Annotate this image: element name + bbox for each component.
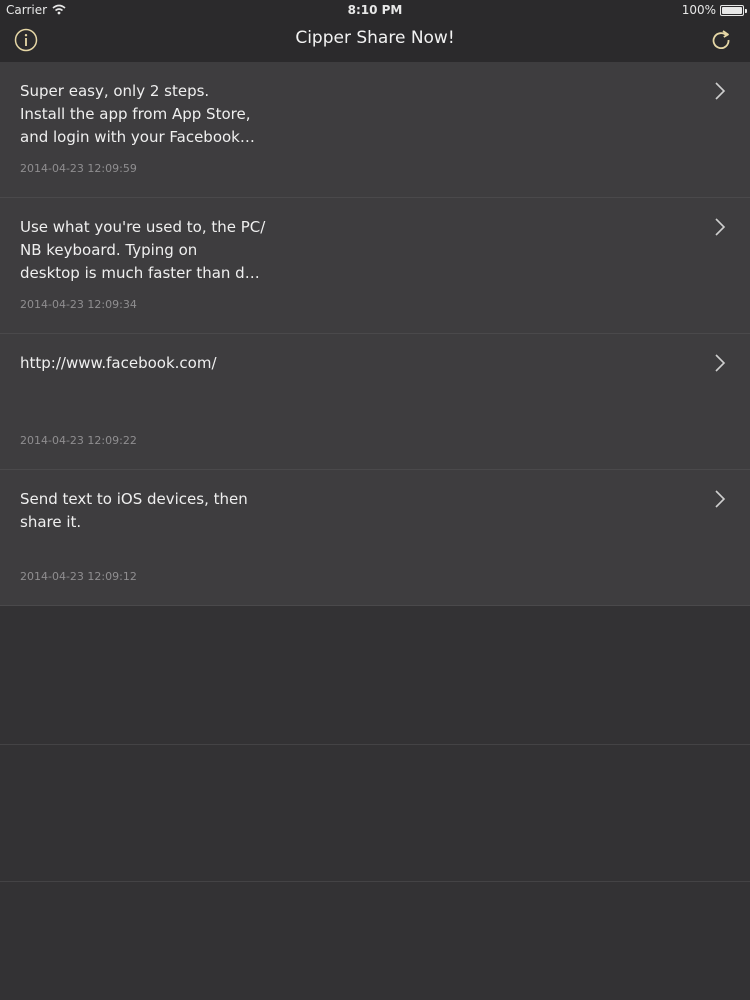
list-item[interactable]: Send text to iOS devices, then share it.… bbox=[0, 470, 750, 606]
battery-percentage: 100% bbox=[681, 3, 716, 17]
list-item[interactable]: Super easy, only 2 steps. Install the ap… bbox=[0, 62, 750, 198]
chevron-right-icon bbox=[715, 354, 726, 372]
item-text: Super easy, only 2 steps. Install the ap… bbox=[20, 82, 255, 146]
item-date: 2014-04-23 12:09:59 bbox=[20, 162, 137, 175]
item-text: http://www.facebook.com/ bbox=[20, 354, 217, 372]
page-title: Cipper Share Now! bbox=[295, 28, 455, 48]
chevron-right-icon bbox=[715, 82, 726, 100]
status-bar: Carrier 8:10 PM 100% bbox=[0, 0, 750, 20]
status-right: 100% bbox=[681, 3, 747, 17]
item-text: Send text to iOS devices, then share it. bbox=[20, 490, 248, 531]
battery-icon bbox=[720, 4, 747, 16]
chevron-right-icon bbox=[715, 490, 726, 508]
item-date: 2014-04-23 12:09:34 bbox=[20, 298, 137, 311]
top-bar: Carrier 8:10 PM 100% Cipper Share Now! bbox=[0, 0, 750, 62]
list-item[interactable]: Use what you're used to, the PC/ NB keyb… bbox=[0, 198, 750, 334]
item-date: 2014-04-23 12:09:12 bbox=[20, 570, 137, 583]
list-item[interactable]: http://www.facebook.com/ 2014-04-23 12:0… bbox=[0, 334, 750, 470]
nav-bar: Cipper Share Now! bbox=[0, 20, 750, 62]
refresh-button[interactable] bbox=[709, 28, 733, 52]
battery-fill bbox=[722, 6, 742, 14]
refresh-icon bbox=[712, 30, 730, 49]
empty-row-divider bbox=[0, 881, 750, 882]
empty-row-divider bbox=[0, 744, 750, 745]
status-time: 8:10 PM bbox=[347, 3, 403, 17]
item-date: 2014-04-23 12:09:22 bbox=[20, 434, 137, 447]
item-text: Use what you're used to, the PC/ NB keyb… bbox=[20, 218, 266, 282]
message-list: Super easy, only 2 steps. Install the ap… bbox=[0, 62, 750, 606]
chevron-right-icon bbox=[715, 218, 726, 236]
